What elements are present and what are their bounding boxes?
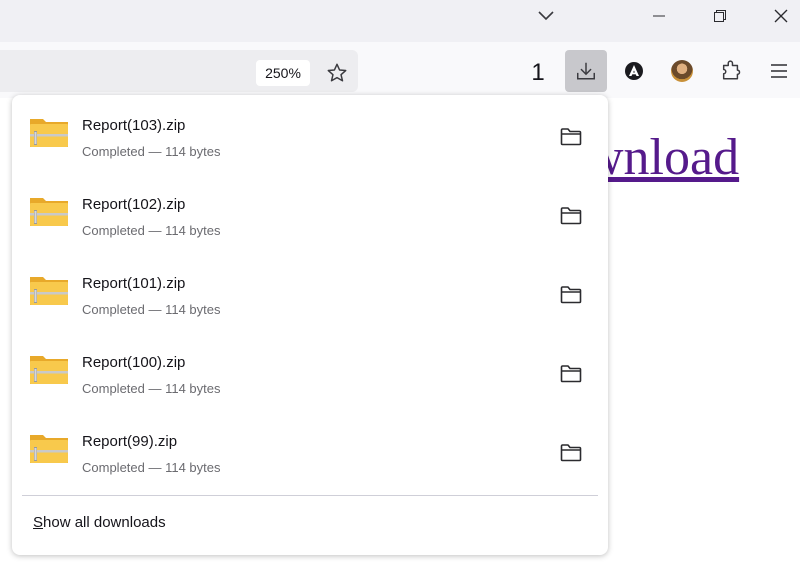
zip-folder-icon [30,198,68,226]
restore-button[interactable] [697,0,743,32]
close-button[interactable] [758,0,800,32]
download-status: Completed — 114 bytes [82,223,221,238]
download-filename: Report(101).zip [82,275,186,292]
download-filename: Report(99).zip [82,433,178,450]
folder-icon [560,365,582,383]
downloads-icon [577,62,595,80]
download-status: Completed — 114 bytes [82,381,221,396]
show-all-downloads-button[interactable]: Show all downloads [33,514,166,531]
title-bar [0,0,800,42]
download-filename: Report(103).zip [82,117,186,134]
access-key-letter: S [33,514,44,531]
download-filename: Report(102).zip [82,196,186,213]
download-status: Completed — 114 bytes [82,144,221,159]
download-item[interactable]: Report(102).zip Completed — 114 bytes [12,174,608,253]
bookmark-star-icon [327,63,347,82]
download-status: Completed — 114 bytes [82,460,221,475]
folder-icon [560,128,582,146]
extensions-icon [722,60,741,80]
show-all-label: how all downloads [43,514,166,531]
downloads-button[interactable] [565,50,607,92]
app-menu-button[interactable] [758,50,800,92]
list-all-tabs-button[interactable] [523,0,569,32]
restore-icon [714,10,726,22]
bookmark-button[interactable] [322,58,352,88]
zip-folder-icon [30,119,68,147]
folder-icon [560,286,582,304]
acrobat-extension-button[interactable] [613,50,655,92]
close-icon [774,9,788,23]
download-item[interactable]: Report(103).zip Completed — 114 bytes [12,95,608,174]
minimize-button[interactable] [636,0,682,32]
download-item[interactable]: Report(99).zip Completed — 114 bytes [12,411,608,490]
downloads-panel: Report(103).zip Completed — 114 bytes Re… [12,95,608,555]
show-in-folder-button[interactable] [550,277,592,313]
minimize-icon [653,15,665,17]
panel-separator [22,495,598,496]
extensions-button[interactable] [710,50,752,92]
zip-folder-icon [30,435,68,463]
download-count: 1 [531,59,545,86]
folder-icon [560,207,582,225]
folder-icon [560,444,582,462]
show-in-folder-button[interactable] [550,435,592,471]
show-in-folder-button[interactable] [550,356,592,392]
menu-icon [771,64,787,78]
download-status: Completed — 114 bytes [82,302,221,317]
chevron-down-icon [538,11,554,21]
show-in-folder-button[interactable] [550,119,592,155]
show-in-folder-button[interactable] [550,198,592,234]
download-filename: Report(100).zip [82,354,186,371]
acrobat-icon [625,62,643,80]
zoom-reset-button[interactable]: 250% [256,60,310,86]
zip-folder-icon [30,277,68,305]
account-button[interactable] [661,50,703,92]
download-item[interactable]: Report(100).zip Completed — 114 bytes [12,332,608,411]
zip-folder-icon [30,356,68,384]
nav-bar: 250% 1 [0,42,800,98]
account-avatar [671,60,693,82]
download-item[interactable]: Report(101).zip Completed — 114 bytes [12,253,608,332]
